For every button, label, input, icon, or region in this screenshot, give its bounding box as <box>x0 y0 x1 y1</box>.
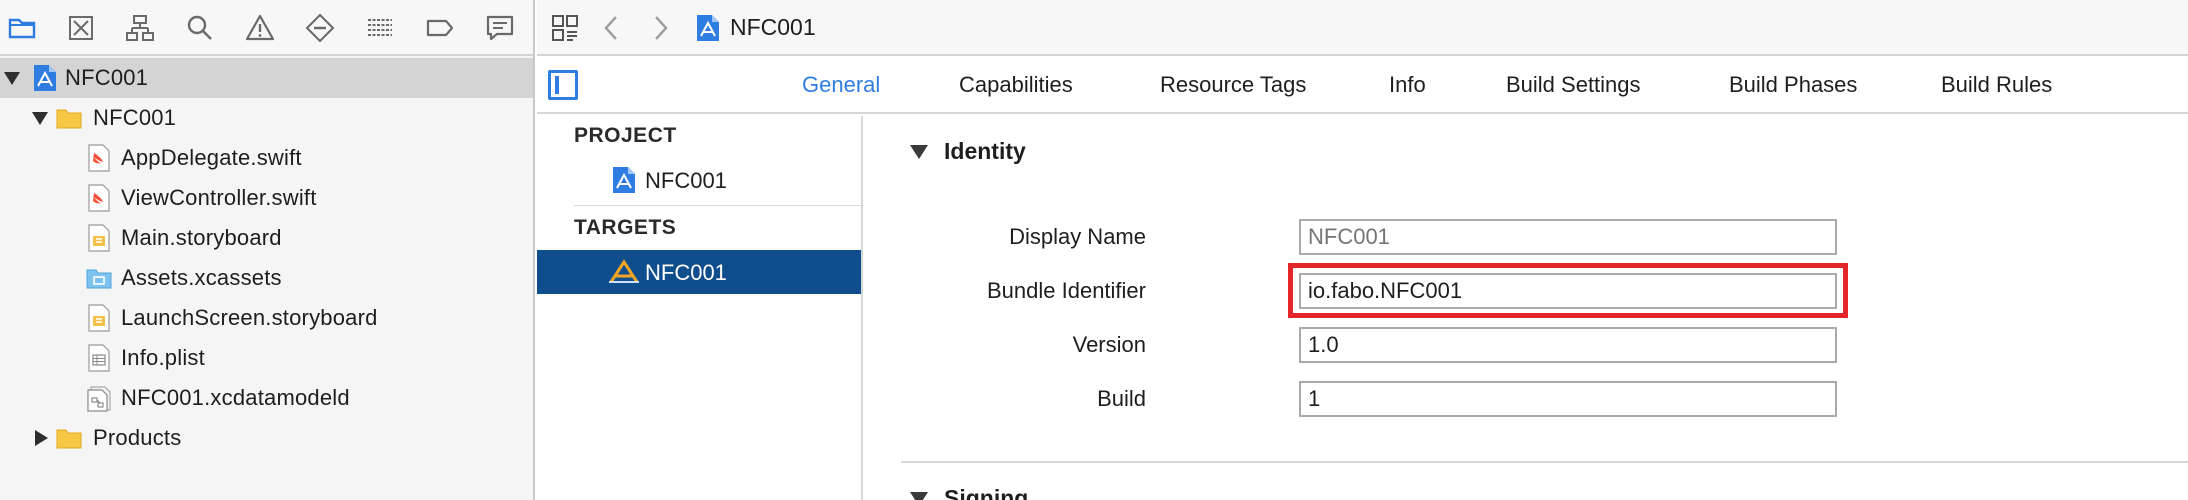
project-item-label: NFC001 <box>645 168 727 193</box>
tab-general[interactable]: General <box>802 72 880 98</box>
editor-tab-bar: General Capabilities Resource Tags Info … <box>537 58 2188 114</box>
folder-icon <box>56 424 82 452</box>
tree-item-file[interactable]: NFC001.xcdatamodeld <box>0 378 533 418</box>
forward-chevron-icon[interactable] <box>651 12 671 44</box>
app-target-icon <box>607 258 641 286</box>
project-targets-list: PROJECT NFC001 TARGETS NFC001 <box>537 116 864 500</box>
jump-bar: NFC001 <box>537 0 2188 56</box>
disclosure-expanded-icon[interactable] <box>910 144 928 159</box>
project-item[interactable]: NFC001 <box>537 158 861 202</box>
tree-item-label: NFC001 <box>93 105 177 130</box>
identity-section-header[interactable]: Identity <box>910 138 1026 165</box>
section-divider <box>901 461 2188 463</box>
tree-item-label: Assets.xcassets <box>121 265 282 290</box>
tree-item-label: NFC001 <box>65 65 149 90</box>
tree-item-label: ViewController.swift <box>121 185 317 210</box>
search-icon[interactable] <box>182 10 218 46</box>
tab-resource-tags[interactable]: Resource Tags <box>1160 72 1306 98</box>
asset-folder-icon <box>86 264 112 292</box>
tab-build-settings[interactable]: Build Settings <box>1506 72 1641 98</box>
annotation-highlight-box <box>1288 263 1848 318</box>
project-section-header: PROJECT <box>574 124 677 147</box>
tree-item-file[interactable]: LaunchScreen.storyboard <box>0 298 533 338</box>
test-icon[interactable] <box>302 10 338 46</box>
jump-bar-title[interactable]: NFC001 <box>730 14 816 41</box>
source-control-icon[interactable] <box>63 10 99 46</box>
disclosure-expanded-icon[interactable] <box>910 491 928 500</box>
tab-build-rules[interactable]: Build Rules <box>1941 72 2052 98</box>
swift-file-icon <box>86 144 112 172</box>
signing-heading: Signing <box>944 485 1029 500</box>
debug-icon[interactable] <box>362 10 398 46</box>
tab-build-phases[interactable]: Build Phases <box>1729 72 1857 98</box>
disclosure-expanded-icon[interactable] <box>30 108 50 128</box>
disclosure-expanded-icon[interactable] <box>2 68 22 88</box>
targets-section-header: TARGETS <box>574 216 677 239</box>
storyboard-icon <box>86 224 112 252</box>
back-chevron-icon[interactable] <box>601 12 621 44</box>
version-field[interactable] <box>1299 327 1837 363</box>
folder-icon[interactable] <box>4 10 40 46</box>
xcode-project-icon <box>611 166 637 194</box>
signing-section-header[interactable]: Signing <box>910 485 1028 500</box>
version-label: Version <box>1072 332 1146 357</box>
report-icon[interactable] <box>482 10 518 46</box>
tree-item-label: AppDelegate.swift <box>121 145 302 170</box>
sidebar-toggle-icon[interactable] <box>548 70 578 100</box>
build-field[interactable] <box>1299 381 1837 417</box>
datamodel-icon <box>86 384 112 412</box>
tree-item-file[interactable]: ViewController.swift <box>0 178 533 218</box>
warning-icon[interactable] <box>242 10 278 46</box>
tree-item-file[interactable]: Info.plist <box>0 338 533 378</box>
identity-heading: Identity <box>944 138 1026 164</box>
tree-item-project[interactable]: NFC001 <box>0 58 533 98</box>
hierarchy-icon[interactable] <box>122 10 158 46</box>
plist-icon <box>86 344 112 372</box>
target-item[interactable]: NFC001 <box>537 250 861 294</box>
tree-item-group[interactable]: NFC001 <box>0 98 533 138</box>
tree-item-file[interactable]: AppDelegate.swift <box>0 138 533 178</box>
tree-item-label: LaunchScreen.storyboard <box>121 305 378 330</box>
tree-item-label: Main.storyboard <box>121 225 282 250</box>
project-navigator: NFC001 NFC001 AppDelegate.swift ViewCont… <box>0 0 535 500</box>
breakpoint-icon[interactable] <box>422 10 458 46</box>
tree-item-group[interactable]: Products <box>0 418 533 458</box>
general-settings: Identity Display Name Bundle Identifier … <box>865 116 2188 500</box>
tree-item-file[interactable]: Assets.xcassets <box>0 258 533 298</box>
disclosure-collapsed-icon[interactable] <box>31 428 51 448</box>
display-name-field[interactable] <box>1299 219 1837 255</box>
tree-item-label: Products <box>93 425 182 450</box>
tree-item-label: Info.plist <box>121 345 205 370</box>
tree-item-label: NFC001.xcdatamodeld <box>121 385 350 410</box>
build-label: Build <box>1097 386 1146 411</box>
folder-icon <box>56 104 82 132</box>
display-name-label: Display Name <box>1009 224 1146 249</box>
bundle-identifier-label: Bundle Identifier <box>987 278 1146 303</box>
xcode-project-icon <box>694 12 722 44</box>
divider <box>574 205 864 206</box>
related-items-icon[interactable] <box>550 12 580 44</box>
tree-item-file[interactable]: Main.storyboard <box>0 218 533 258</box>
swift-file-icon <box>86 184 112 212</box>
tab-info[interactable]: Info <box>1389 72 1426 98</box>
target-item-label: NFC001 <box>645 260 727 285</box>
navigator-toolbar <box>0 0 533 56</box>
storyboard-icon <box>86 304 112 332</box>
tab-capabilities[interactable]: Capabilities <box>959 72 1073 98</box>
xcode-project-icon <box>32 64 58 92</box>
